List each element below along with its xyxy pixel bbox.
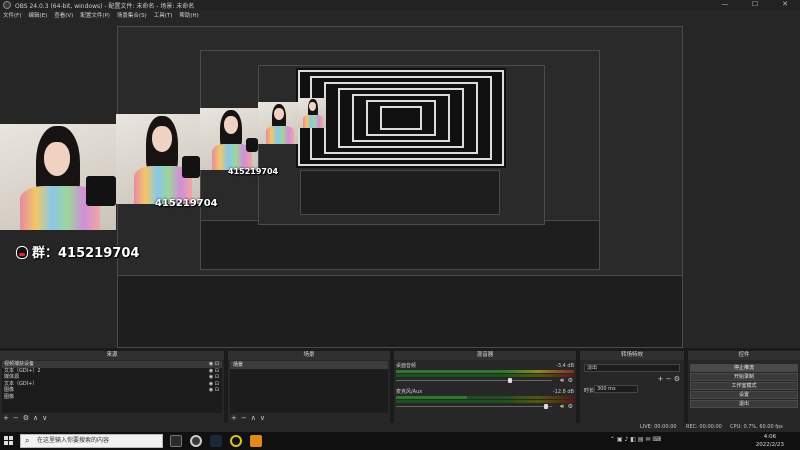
move-down-button[interactable]: ∨ xyxy=(42,414,47,422)
live-status: LIVE: 00:00:00 xyxy=(640,424,677,430)
sources-toolbar: + − ⚙ ∧ ∨ xyxy=(3,414,47,422)
remove-transition-button[interactable]: − xyxy=(666,375,672,383)
remove-source-button[interactable]: − xyxy=(13,414,19,422)
steam-icon[interactable] xyxy=(210,435,222,447)
qq-group-number-mid: 415219704 xyxy=(155,198,218,209)
webcam-feed-mirror-4 xyxy=(298,98,326,128)
duration-label: 时长 xyxy=(584,388,595,394)
qq-penguin-icon xyxy=(16,246,28,259)
speaker-icon[interactable]: 🔊︎ xyxy=(560,377,564,385)
webcam-feed xyxy=(0,124,116,230)
scene-down-button[interactable]: ∨ xyxy=(260,414,265,422)
eye-icon: ◉ ⊡ xyxy=(208,387,219,393)
task-view-icon[interactable] xyxy=(170,435,182,447)
gear-icon[interactable]: ⚙ xyxy=(568,377,573,384)
title-bar: OBS 24.0.3 (64-bit, windows) - 配置文件: 未命名… xyxy=(0,0,800,10)
controls-dock: 控件 停止推流 开始录制 工作室模式 设置 退出 xyxy=(688,351,800,423)
volume-meter xyxy=(396,374,574,377)
cpu-status: CPU: 0.7%, 60.00 fps xyxy=(730,424,783,430)
add-scene-button[interactable]: + xyxy=(231,414,237,422)
minimize-button[interactable]: — xyxy=(710,0,740,10)
menu-file[interactable]: 文件(F) xyxy=(3,11,21,19)
scenes-title: 场景 xyxy=(228,351,390,360)
scenes-dock: 场景 场景 + − ∧ ∨ xyxy=(228,351,390,423)
search-icon: ⌕ xyxy=(25,436,30,445)
scenes-toolbar: + − ∧ ∨ xyxy=(231,414,265,422)
menu-profile[interactable]: 配置文件(P) xyxy=(80,11,110,19)
taskbar-clock[interactable]: 4:06 2022/2/23 xyxy=(756,433,784,449)
maximize-button[interactable]: ☐ xyxy=(740,0,770,10)
recursive-tunnel xyxy=(296,68,506,168)
source-properties-button[interactable]: ⚙ xyxy=(23,414,29,422)
mixer-title: 混音器 xyxy=(394,351,576,360)
scene-up-button[interactable]: ∧ xyxy=(251,414,256,422)
sources-list: 视频捕获设备 ◉ ⊡ 文本（GDI+）2 ◉ ⊡ 媒体源 ◉ ⊡ 文本（GDI+） ◉ … xyxy=(2,361,222,413)
mixer-channel-mic: 麦克风/Aux -12.8 dB xyxy=(396,389,574,395)
scenes-list: 场景 xyxy=(230,361,388,413)
close-button[interactable]: ✕ xyxy=(770,0,800,10)
mixer-channel-desktop: 桌面音频 -3.4 dB xyxy=(396,363,574,369)
qq-group-number-small: 415219704 xyxy=(228,167,279,176)
start-recording-button[interactable]: 开始录制 xyxy=(690,373,798,381)
windows-taskbar: ⌕ 在这里输入你要搜索的内容 ⌃ ▣ ♪ ◧ ▤ ✉ ⌨ 4:06 2022/2… xyxy=(0,432,800,450)
volume-meter xyxy=(396,396,574,399)
rec-status: REC: 00:00:00 xyxy=(686,424,722,430)
menu-edit[interactable]: 编辑(E) xyxy=(28,11,47,19)
settings-button[interactable]: 设置 xyxy=(690,391,798,399)
app-icon[interactable] xyxy=(230,435,242,447)
gear-icon[interactable]: ⚙ xyxy=(568,403,573,410)
list-item[interactable]: 图像 xyxy=(2,394,222,401)
studio-mode-button[interactable]: 工作室模式 xyxy=(690,382,798,390)
tray-icons[interactable]: ⌃ ▣ ♪ ◧ ▤ ✉ ⌨ xyxy=(610,436,661,443)
exit-button[interactable]: 退出 xyxy=(690,400,798,408)
move-up-button[interactable]: ∧ xyxy=(33,414,38,422)
add-transition-button[interactable]: + xyxy=(658,375,664,383)
preview-canvas[interactable]: 群：415219704 415219704 415219704 xyxy=(0,20,800,348)
menu-scene-collection[interactable]: 场景集合(S) xyxy=(117,11,147,19)
menu-bar: 文件(F) 编辑(E) 查看(V) 配置文件(P) 场景集合(S) 工具(T) … xyxy=(0,10,800,20)
nested-docks-3 xyxy=(300,170,500,215)
obs-taskbar-icon[interactable] xyxy=(190,435,202,447)
menu-help[interactable]: 帮助(H) xyxy=(179,11,198,19)
volume-slider-desktop[interactable]: 🔊︎ ⚙ xyxy=(396,377,574,385)
nested-docks xyxy=(117,275,683,348)
window-title: OBS 24.0.3 (64-bit, windows) - 配置文件: 未命名… xyxy=(15,2,195,10)
nested-docks-2 xyxy=(200,220,600,270)
transitions-title: 转场特效 xyxy=(580,351,684,360)
controls-title: 控件 xyxy=(688,351,800,360)
volume-meter xyxy=(396,400,574,403)
volume-slider-mic[interactable]: 🔊︎ ⚙ xyxy=(396,403,574,411)
webcam-feed-mirror-3 xyxy=(258,102,298,144)
webcam-feed-mirror-2 xyxy=(200,108,258,170)
stop-streaming-button[interactable]: 停止推流 xyxy=(690,364,798,372)
sources-title: 来源 xyxy=(0,351,224,360)
menu-tools[interactable]: 工具(T) xyxy=(154,11,173,19)
mixer-dock: 混音器 桌面音频 -3.4 dB 🔊︎ ⚙ 麦克风/Aux -12.8 dB 🔊︎ … xyxy=(394,351,576,423)
transition-toolbar: + − ⚙ xyxy=(658,375,681,383)
volume-meter xyxy=(396,370,574,373)
add-source-button[interactable]: + xyxy=(3,414,9,422)
menu-view[interactable]: 查看(V) xyxy=(54,11,73,19)
sources-dock: 来源 视频捕获设备 ◉ ⊡ 文本（GDI+）2 ◉ ⊡ 媒体源 ◉ ⊡ 文本（GDI+… xyxy=(0,351,224,423)
remove-scene-button[interactable]: − xyxy=(241,414,247,422)
qq-group-number-large: 群：415219704 xyxy=(32,246,140,261)
taskbar-search-input[interactable]: ⌕ 在这里输入你要搜索的内容 xyxy=(20,434,163,448)
webcam-feed-mirror-1 xyxy=(116,114,200,204)
transitions-dock: 转场特效 淡出 + − ⚙ 时长 300 ms xyxy=(580,351,684,423)
transition-properties-icon[interactable]: ⚙ xyxy=(674,375,680,383)
duration-input[interactable]: 300 ms xyxy=(594,385,638,393)
obs-logo-icon xyxy=(3,1,11,9)
scene-item[interactable]: 场景 xyxy=(230,361,388,369)
windows-start-icon[interactable] xyxy=(4,436,14,446)
transition-select[interactable]: 淡出 xyxy=(584,364,680,372)
app-orange-icon[interactable] xyxy=(250,435,262,447)
status-bar: LIVE: 00:00:00 REC: 00:00:00 CPU: 0.7%, … xyxy=(0,423,800,432)
speaker-icon[interactable]: 🔊︎ xyxy=(560,403,564,411)
